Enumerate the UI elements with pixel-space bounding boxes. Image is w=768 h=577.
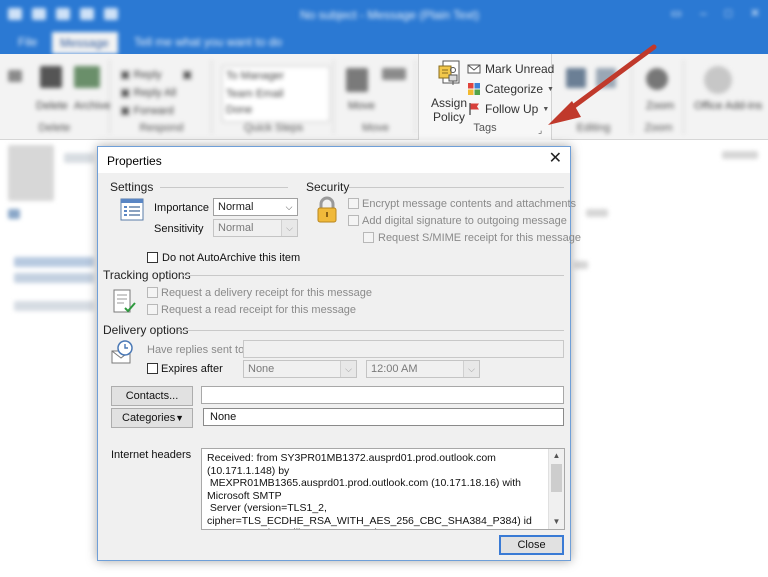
smime-receipt-label: Request S/MIME receipt for this message xyxy=(378,232,581,244)
chevron-down-icon: ▼ xyxy=(175,413,184,423)
categories-field[interactable]: None xyxy=(203,408,564,426)
encrypt-checkbox[interactable] xyxy=(348,198,359,209)
importance-label: Importance xyxy=(154,202,210,214)
chevron-down-icon: ⌵ xyxy=(281,220,297,236)
close-button[interactable]: Close xyxy=(499,535,564,555)
categories-button[interactable]: Categories ▼ xyxy=(111,408,193,428)
categorize-icon xyxy=(467,82,481,96)
tracking-receipt-icon xyxy=(111,288,139,319)
dialog-launcher-icon[interactable]: ⌟ xyxy=(538,125,547,135)
delivery-clock-icon xyxy=(110,339,138,370)
lock-icon xyxy=(313,196,341,227)
internet-headers-text: Received: from SY3PR01MB1372.ausprd01.pr… xyxy=(207,452,532,529)
divider xyxy=(160,187,288,188)
ribbon-group-move: Move Move xyxy=(336,60,416,134)
divider xyxy=(348,187,564,188)
chevron-down-icon: ▼ xyxy=(542,105,550,113)
close-icon[interactable]: ✕ xyxy=(549,151,562,167)
autoarchive-checkbox[interactable] xyxy=(147,252,158,263)
ribbon-group-quick-steps: To Manager Team Email Done Quick Steps xyxy=(214,60,334,134)
window-titlebar: No subject - Message (Plain Text) ▭ – □ ✕ xyxy=(0,0,768,30)
expires-after-checkbox[interactable] xyxy=(147,363,158,374)
properties-dialog: Properties ✕ Settings Importance Normal … xyxy=(97,146,581,561)
replies-to-field[interactable] xyxy=(243,340,564,358)
quick-access-toolbar[interactable] xyxy=(8,8,118,20)
envelope-icon xyxy=(467,62,481,76)
ribbon: Delete Archive Delete ▣ Reply ▣ Reply Al… xyxy=(0,54,768,140)
tell-me-box[interactable]: Tell me what you want to do xyxy=(134,35,282,49)
internet-headers-label: Internet headers xyxy=(111,449,192,461)
chevron-down-icon: ⌵ xyxy=(340,361,356,377)
sensitivity-label: Sensitivity xyxy=(154,223,204,235)
digital-signature-checkbox[interactable] xyxy=(348,215,359,226)
digital-signature-label: Add digital signature to outgoing messag… xyxy=(362,215,567,227)
ribbon-group-insights: Office Add-ins xyxy=(686,60,766,134)
expires-date-value: None xyxy=(248,363,275,375)
settings-list-icon xyxy=(120,198,146,225)
ribbon-group-editing: Editing xyxy=(556,60,632,134)
replies-to-label: Have replies sent to xyxy=(147,344,245,356)
tab-message[interactable]: Message xyxy=(52,32,118,54)
delivery-receipt-label: Request a delivery receipt for this mess… xyxy=(161,287,372,299)
headers-scrollbar[interactable]: ▲ ▼ xyxy=(548,449,564,529)
ribbon-tabs: File Message Tell me what you want to do xyxy=(0,30,768,54)
tab-file[interactable]: File xyxy=(18,35,37,49)
follow-up-button[interactable]: Follow Up ▼ xyxy=(467,100,549,118)
read-receipt-checkbox[interactable] xyxy=(147,304,158,315)
categorize-label: Categorize xyxy=(485,82,544,96)
mark-unread-label: Mark Unread xyxy=(485,62,555,76)
tags-group-label: Tags xyxy=(473,122,497,134)
contacts-button[interactable]: Contacts... xyxy=(111,386,193,406)
delivery-receipt-checkbox[interactable] xyxy=(147,287,158,298)
follow-up-label: Follow Up xyxy=(485,102,539,116)
chevron-down-icon: ⌵ xyxy=(463,361,479,377)
assign-policy-label: Assign Policy xyxy=(430,96,468,124)
categorize-button[interactable]: Categorize ▼ xyxy=(467,80,554,98)
delivery-heading: Delivery options xyxy=(103,323,189,337)
expires-time-select[interactable]: 12:00 AM ⌵ xyxy=(366,360,480,378)
dialog-title: Properties xyxy=(107,154,162,168)
contacts-field[interactable] xyxy=(201,386,564,404)
read-receipt-label: Request a read receipt for this message xyxy=(161,304,357,316)
sensitivity-select[interactable]: Normal ⌵ xyxy=(213,219,298,237)
chevron-down-icon: ▼ xyxy=(547,85,554,93)
expires-after-label: Expires after xyxy=(161,363,223,375)
ribbon-group-delete: Delete Archive Delete xyxy=(0,60,111,134)
ribbon-group-tags: Assign Policy Mark Unread Categorize ▼ F… xyxy=(418,54,554,140)
divider xyxy=(182,275,564,276)
flag-icon xyxy=(467,102,481,116)
tracking-heading: Tracking options xyxy=(103,268,191,282)
dialog-titlebar: Properties ✕ xyxy=(98,147,570,173)
settings-heading: Settings xyxy=(110,180,154,194)
scroll-thumb[interactable] xyxy=(551,464,562,492)
divider xyxy=(178,330,564,331)
expires-date-select[interactable]: None ⌵ xyxy=(243,360,357,378)
assign-policy-button[interactable]: Assign Policy xyxy=(427,60,471,124)
internet-headers-textbox[interactable]: Received: from SY3PR01MB1372.ausprd01.pr… xyxy=(201,448,565,530)
ribbon-group-zoom: Zoom Zoom xyxy=(634,60,684,134)
autoarchive-label: Do not AutoArchive this item xyxy=(162,252,301,264)
expires-time-value: 12:00 AM xyxy=(371,363,418,375)
assign-policy-icon xyxy=(435,60,463,94)
chevron-down-icon: ⌵ xyxy=(285,202,293,212)
importance-value: Normal xyxy=(218,201,254,213)
window-controls[interactable]: ▭ – □ ✕ xyxy=(671,6,760,20)
smime-receipt-checkbox[interactable] xyxy=(363,232,374,243)
importance-select[interactable]: Normal ⌵ xyxy=(213,198,298,216)
encrypt-label: Encrypt message contents and attachments xyxy=(362,198,577,210)
scroll-down-icon[interactable]: ▼ xyxy=(549,515,564,529)
window-title: No subject - Message (Plain Text) xyxy=(300,8,480,22)
categories-button-label: Categories xyxy=(122,412,176,424)
ribbon-group-respond: ▣ Reply ▣ Reply All ▣ Forward ▣ Respond xyxy=(112,60,212,134)
security-heading: Security xyxy=(306,180,350,194)
mark-unread-button[interactable]: Mark Unread xyxy=(467,60,554,78)
sensitivity-value: Normal xyxy=(218,222,254,234)
scroll-up-icon[interactable]: ▲ xyxy=(549,449,564,463)
